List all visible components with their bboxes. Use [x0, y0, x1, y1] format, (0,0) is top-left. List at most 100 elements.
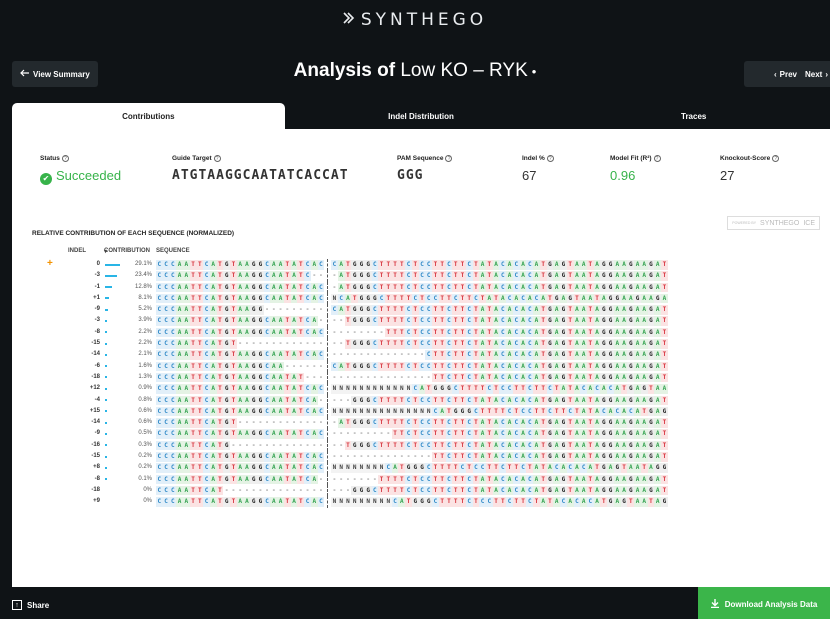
- base-right: A: [519, 316, 527, 326]
- base-right: -: [359, 328, 364, 336]
- help-icon[interactable]: ?: [653, 155, 661, 162]
- base-right: T: [472, 485, 480, 496]
- next-button[interactable]: Next ›: [805, 70, 828, 79]
- base-right: T: [445, 406, 453, 417]
- base-left: T: [189, 452, 197, 462]
- base-right: A: [654, 282, 662, 293]
- prev-button[interactable]: ‹ Prev: [774, 70, 797, 79]
- base-left: C: [162, 452, 170, 462]
- base-right: G: [351, 395, 359, 406]
- base-left: C: [156, 305, 163, 315]
- base-right: A: [600, 293, 608, 304]
- base-right: T: [485, 282, 493, 293]
- base-right: T: [539, 429, 547, 439]
- chevron-down-icon[interactable]: •: [532, 64, 537, 79]
- share-button[interactable]: ↑ Share: [12, 600, 49, 610]
- base-right: T: [661, 474, 668, 485]
- base-right: C: [405, 282, 412, 293]
- share-icon: ↑: [12, 600, 22, 610]
- base-right: G: [600, 395, 608, 406]
- table-row: +0 29.1% C C C A A T T C A T G T A A G G C A A T A T C A C C A T G G G C T…: [12, 259, 830, 270]
- help-icon[interactable]: ?: [213, 155, 221, 162]
- base-right: T: [661, 440, 668, 451]
- base-right: C: [512, 260, 520, 270]
- help-icon[interactable]: ?: [772, 155, 780, 162]
- base-right: C: [472, 406, 480, 417]
- base-right: A: [519, 260, 527, 270]
- help-icon[interactable]: ?: [445, 155, 453, 162]
- base-right: C: [526, 372, 534, 383]
- base-right: T: [384, 418, 392, 428]
- base-right: G: [560, 474, 567, 485]
- base-right: T: [378, 418, 385, 428]
- base-right: T: [398, 293, 406, 304]
- base-right: T: [661, 339, 668, 349]
- base-right: A: [533, 282, 540, 293]
- base-left: C: [317, 282, 325, 293]
- base-left: -: [319, 475, 323, 483]
- base-left: C: [169, 372, 177, 383]
- base-right: A: [620, 316, 628, 326]
- base-right: C: [418, 395, 426, 406]
- base-right: T: [566, 260, 574, 270]
- download-button[interactable]: Download Analysis Data: [698, 587, 830, 619]
- base-left: A: [270, 260, 278, 270]
- base-right: -: [366, 475, 370, 483]
- base-right: G: [546, 361, 554, 372]
- base-right: T: [432, 361, 439, 372]
- base-right: A: [654, 384, 662, 394]
- base-right: T: [384, 395, 392, 406]
- base-right: A: [566, 497, 574, 507]
- base-right: C: [371, 316, 379, 326]
- base-right: N: [384, 497, 392, 507]
- base-right: T: [512, 463, 520, 473]
- contribution-percent: 0.9%: [138, 385, 152, 392]
- base-right: C: [418, 361, 426, 372]
- base-right: A: [553, 260, 561, 270]
- base-right: -: [393, 373, 397, 381]
- tab-contributions[interactable]: Contributions: [12, 103, 285, 129]
- indel-value: -16: [91, 441, 100, 448]
- indel-value: +12: [89, 385, 100, 392]
- base-left: C: [169, 271, 177, 281]
- sample-selector[interactable]: Low KO – RYK: [400, 60, 527, 81]
- base-right: G: [627, 485, 635, 496]
- help-icon[interactable]: ?: [61, 155, 69, 162]
- base-left: C: [304, 463, 311, 473]
- base-left: T: [297, 384, 305, 394]
- base-right: T: [459, 474, 466, 485]
- base-left: A: [270, 350, 278, 360]
- base-right: A: [634, 474, 641, 485]
- base-right: A: [573, 305, 581, 315]
- base-right: T: [485, 271, 493, 281]
- base-right: T: [438, 452, 446, 462]
- base-right: T: [432, 429, 439, 439]
- base-left: A: [182, 293, 190, 304]
- base-right: T: [378, 361, 385, 372]
- base-right: T: [384, 316, 392, 326]
- base-right: A: [613, 282, 621, 293]
- base-right: G: [546, 282, 554, 293]
- base-right: C: [566, 406, 574, 417]
- base-left: G: [223, 271, 231, 281]
- download-label: Download Analysis Data: [724, 599, 818, 609]
- base-right: T: [533, 497, 540, 507]
- base-right: T: [384, 305, 392, 315]
- column-indel: INDEL: [68, 248, 86, 254]
- base-right: G: [546, 474, 554, 485]
- base-left: G: [250, 260, 258, 270]
- base-right: G: [438, 384, 446, 394]
- base-right: G: [364, 418, 372, 428]
- tab-traces[interactable]: Traces: [557, 103, 830, 129]
- base-left: T: [283, 293, 291, 304]
- help-icon[interactable]: ?: [546, 155, 554, 162]
- base-right: G: [351, 316, 359, 326]
- base-right: T: [378, 316, 385, 326]
- base-left: -: [298, 441, 303, 449]
- base-left: A: [310, 282, 318, 293]
- synthego-logo[interactable]: SYNTHEGO: [343, 10, 487, 30]
- base-right: A: [553, 440, 561, 451]
- base-left: A: [243, 474, 251, 485]
- base-left: C: [169, 305, 177, 315]
- tab-indel-distribution[interactable]: Indel Distribution: [285, 103, 558, 129]
